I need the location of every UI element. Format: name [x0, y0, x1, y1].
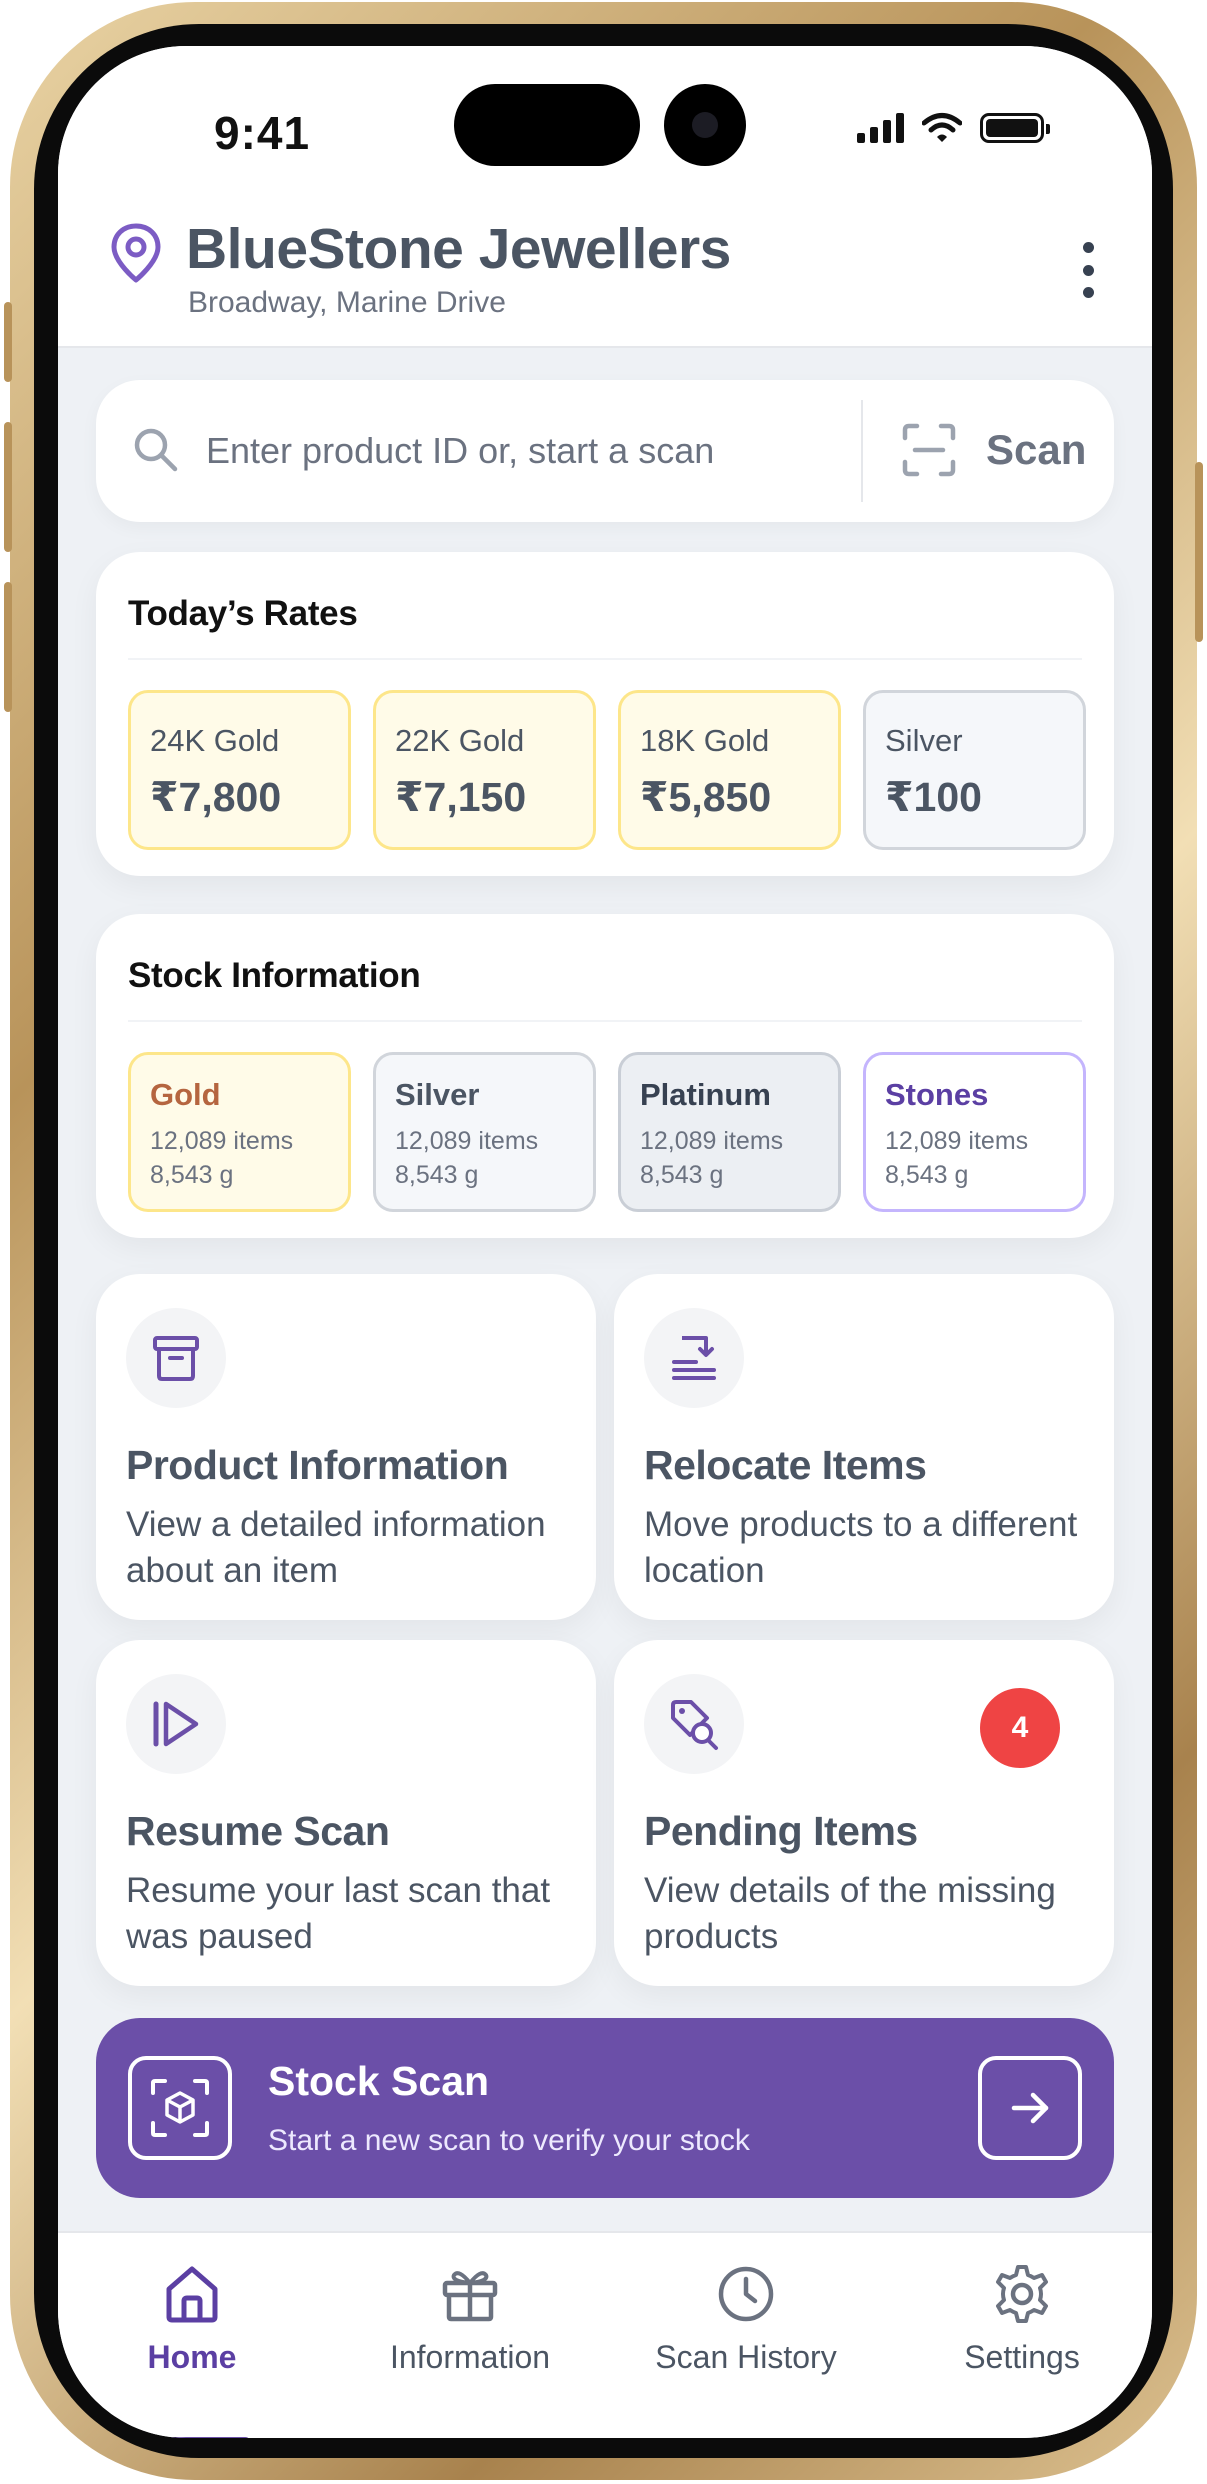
search-divider — [861, 400, 863, 502]
header: 9:41 BlueStone Jewellers Broadway, Marin… — [58, 46, 1152, 348]
power-button — [1195, 462, 1203, 642]
bottom-navigation: Home Information Scan History Settings — [58, 2231, 1152, 2438]
rate-name: 18K Gold — [640, 723, 770, 758]
relocate-icon — [644, 1308, 744, 1408]
nav-label: Home — [147, 2339, 237, 2375]
more-options-icon[interactable] — [1078, 242, 1098, 298]
stock-weight: 8,543 g — [885, 1161, 969, 1189]
scan-button[interactable]: Scan — [986, 426, 1086, 474]
banner-subtitle: Start a new scan to verify your stock — [268, 2124, 750, 2157]
resume-scan-card[interactable]: Resume Scan Resume your last scan that w… — [96, 1640, 596, 1986]
relocate-items-card[interactable]: Relocate Items Move products to a differ… — [614, 1274, 1114, 1620]
stock-tile-stones[interactable]: Stones 12,089 items 8,543 g — [863, 1052, 1086, 1212]
resume-icon — [126, 1674, 226, 1774]
gift-icon — [442, 2271, 498, 2322]
action-title: Product Information — [126, 1442, 509, 1488]
card-title: Stock Information — [128, 956, 421, 995]
battery-icon — [980, 113, 1050, 143]
rate-tile-silver[interactable]: Silver ₹100 — [863, 690, 1086, 850]
stock-name: Stones — [885, 1077, 989, 1112]
signal-icon — [857, 113, 904, 143]
stock-count: 12,089 items — [640, 1127, 784, 1155]
search-bar[interactable]: Enter product ID or, start a scan Scan — [96, 380, 1114, 522]
stock-count: 12,089 items — [885, 1127, 1029, 1155]
pending-count-badge: 4 — [980, 1688, 1060, 1768]
screen: 9:41 BlueStone Jewellers Broadway, Marin… — [58, 46, 1152, 2438]
status-icons — [857, 112, 1050, 144]
rate-name: 24K Gold — [150, 723, 280, 758]
rate-value: ₹100 — [885, 774, 982, 820]
rate-value: ₹7,150 — [395, 774, 527, 820]
stock-scan-banner[interactable]: Stock Scan Start a new scan to verify yo… — [96, 2018, 1114, 2198]
rate-name: Silver — [885, 723, 963, 758]
nav-label: Information — [389, 2339, 551, 2375]
status-time: 9:41 — [214, 107, 311, 159]
scan-frame-icon[interactable] — [901, 422, 957, 478]
store-location: Broadway, Marine Drive — [188, 286, 506, 319]
divider — [128, 1020, 1082, 1022]
action-description: View a detailed information about an ite… — [126, 1505, 546, 1590]
stock-count: 12,089 items — [395, 1127, 539, 1155]
clock-icon — [718, 2266, 774, 2322]
stock-weight: 8,543 g — [395, 1161, 479, 1189]
stock-tile-gold[interactable]: Gold 12,089 items 8,543 g — [128, 1052, 351, 1212]
stock-information-card: Stock Information Gold 12,089 items 8,54… — [96, 914, 1114, 1238]
rate-tile-22k-gold[interactable]: 22K Gold ₹7,150 — [373, 690, 596, 850]
nav-item-information[interactable]: Information — [340, 2261, 600, 2376]
pending-items-card[interactable]: 4 Pending Items View details of the miss… — [614, 1640, 1114, 1986]
gear-icon — [996, 2265, 1048, 2323]
search-input[interactable]: Enter product ID or, start a scan — [206, 430, 714, 472]
nav-item-scan-history[interactable]: Scan History — [616, 2261, 876, 2376]
camera — [664, 84, 746, 166]
todays-rates-card: Today’s Rates 24K Gold ₹7,800 22K Gold ₹… — [96, 552, 1114, 876]
nav-label: Scan History — [655, 2339, 837, 2375]
card-title: Today’s Rates — [128, 594, 358, 633]
action-description: Move products to a different location — [644, 1505, 1078, 1590]
dynamic-island — [454, 84, 640, 166]
archive-box-icon — [126, 1308, 226, 1408]
divider — [128, 658, 1082, 660]
rate-name: 22K Gold — [395, 723, 525, 758]
store-name: BlueStone Jewellers — [186, 217, 731, 281]
nav-label: Settings — [964, 2339, 1080, 2375]
scan-cube-icon — [128, 2056, 232, 2160]
rate-value: ₹5,850 — [640, 774, 772, 820]
arrow-right-icon[interactable] — [978, 2056, 1082, 2160]
search-icon — [134, 428, 178, 472]
nav-item-home[interactable]: Home — [62, 2261, 322, 2376]
stock-weight: 8,543 g — [150, 1161, 234, 1189]
tag-search-icon — [644, 1674, 744, 1774]
home-icon — [166, 2266, 218, 2323]
rate-tile-18k-gold[interactable]: 18K Gold ₹5,850 — [618, 690, 841, 850]
banner-title: Stock Scan — [268, 2058, 490, 2104]
rate-value: ₹7,800 — [150, 774, 282, 820]
action-title: Resume Scan — [126, 1808, 390, 1854]
volume-up-button — [4, 422, 12, 552]
stock-name: Gold — [150, 1077, 221, 1112]
action-description: View details of the missing products — [644, 1871, 1056, 1956]
stock-weight: 8,543 g — [640, 1161, 724, 1189]
stock-tile-silver[interactable]: Silver 12,089 items 8,543 g — [373, 1052, 596, 1212]
action-button — [4, 302, 12, 382]
action-title: Relocate Items — [644, 1442, 927, 1488]
location-pin-icon — [111, 223, 161, 283]
stock-tile-platinum[interactable]: Platinum 12,089 items 8,543 g — [618, 1052, 841, 1212]
active-tab-indicator — [134, 2437, 250, 2438]
wifi-icon — [922, 113, 962, 142]
nav-item-settings[interactable]: Settings — [892, 2261, 1152, 2376]
stock-name: Silver — [395, 1077, 480, 1112]
stock-name: Platinum — [640, 1077, 771, 1112]
product-information-card[interactable]: Product Information View a detailed info… — [96, 1274, 596, 1620]
volume-down-button — [4, 582, 12, 712]
rate-tile-24k-gold[interactable]: 24K Gold ₹7,800 — [128, 690, 351, 850]
action-title: Pending Items — [644, 1808, 918, 1854]
stock-count: 12,089 items — [150, 1127, 294, 1155]
action-description: Resume your last scan that was paused — [126, 1871, 551, 1956]
